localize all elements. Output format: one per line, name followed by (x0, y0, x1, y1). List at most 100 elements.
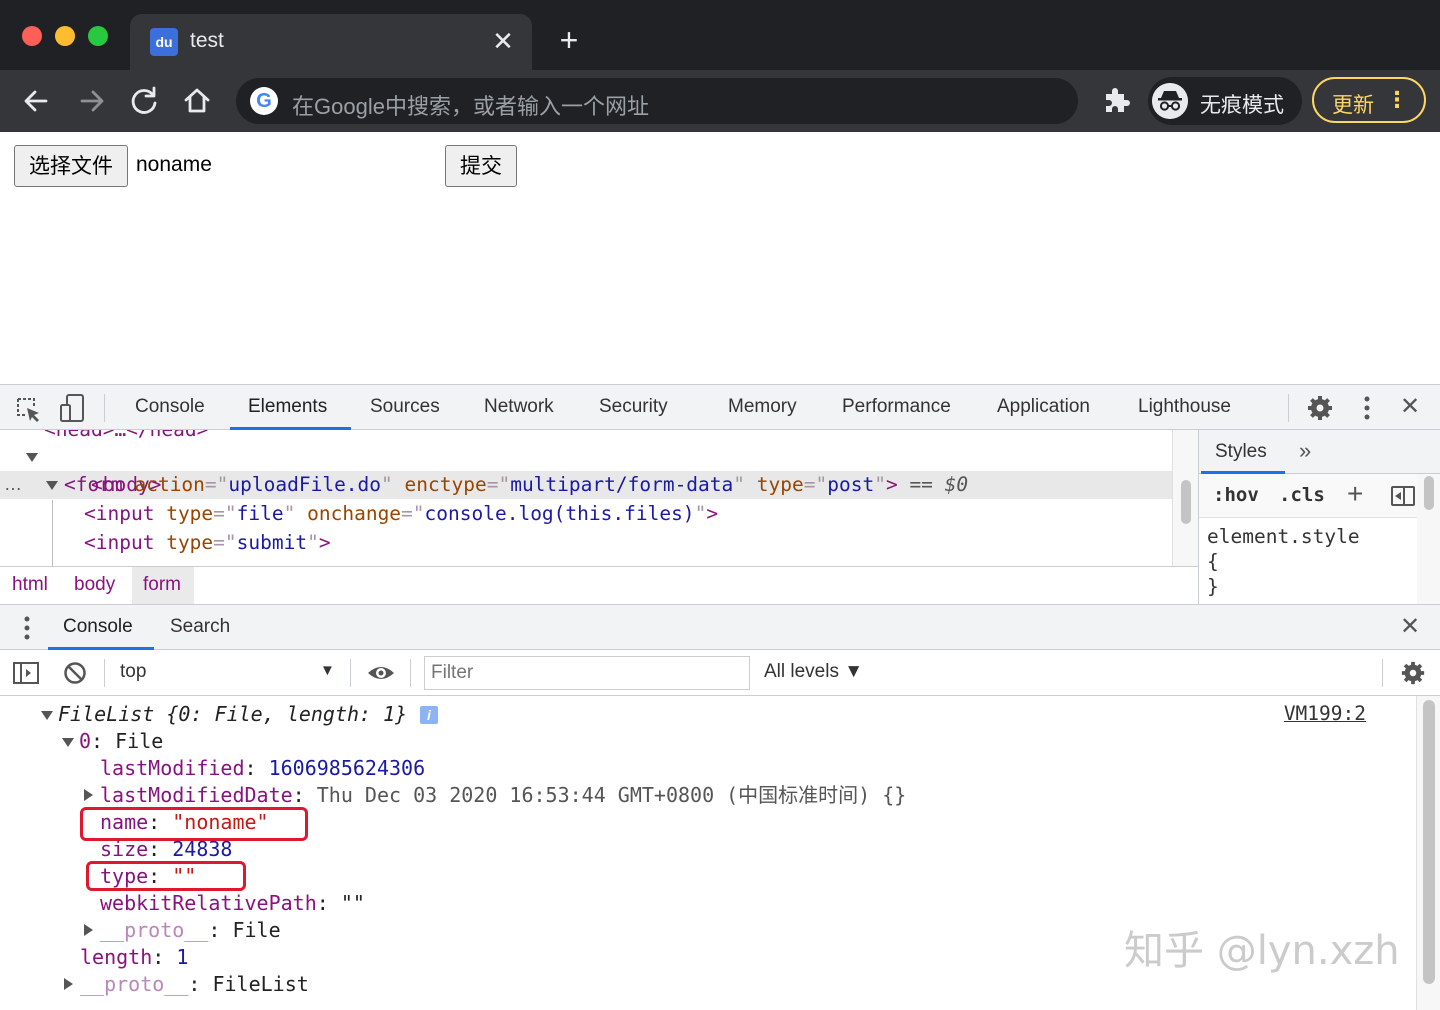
element-style-rule[interactable]: element.style { } (1207, 524, 1360, 599)
tab-network[interactable]: Network (484, 396, 554, 418)
tab-memory[interactable]: Memory (728, 396, 797, 418)
tab-close-icon[interactable]: ✕ (488, 26, 518, 56)
incognito-hat-glasses-icon (1152, 83, 1188, 119)
tab-elements[interactable]: Elements (248, 396, 327, 418)
close-devtools-icon[interactable]: ✕ (1400, 392, 1420, 421)
tab-sources[interactable]: Sources (370, 396, 440, 418)
live-expression-eye-icon[interactable] (366, 661, 396, 685)
reload-icon[interactable] (125, 82, 163, 120)
elements-scrollbar[interactable] (1172, 430, 1198, 566)
rule-selector: element.style (1207, 525, 1360, 548)
cls-toggle[interactable]: .cls (1279, 484, 1325, 506)
expand-triangle-icon[interactable] (84, 924, 93, 936)
show-sidebar-icon[interactable] (12, 660, 40, 686)
filelist-summary[interactable]: FileList {0: File, length: 1} (58, 701, 407, 728)
styles-tabbar: Styles » (1199, 430, 1440, 474)
back-arrow-icon[interactable] (18, 82, 56, 120)
forward-arrow-icon[interactable] (72, 82, 110, 120)
breadcrumb-form[interactable]: form (143, 574, 181, 596)
choose-file-button[interactable]: 选择文件 (14, 145, 128, 187)
browser-toolbar: G 在Google中搜索，或者输入一个网址 无痕模式 更新 ⋮ (0, 70, 1440, 132)
update-button[interactable]: 更新 ⋮ (1312, 77, 1426, 123)
tab-title: test (190, 29, 224, 52)
info-icon[interactable]: i (420, 706, 438, 724)
breadcrumb-html[interactable]: html (12, 574, 48, 596)
breadcrumb-body[interactable]: body (74, 574, 115, 596)
toggle-sidebar-icon[interactable] (1391, 486, 1415, 506)
device-toolbar-icon[interactable] (58, 393, 86, 423)
property-row[interactable]: lastModified: 1606985624306 (100, 755, 425, 782)
expand-triangle-icon[interactable] (84, 789, 93, 801)
chosen-file-name: noname (136, 153, 212, 176)
inspect-element-icon[interactable] (14, 395, 42, 423)
console-settings-gear-icon[interactable] (1400, 660, 1426, 686)
scrollbar-thumb[interactable] (1424, 476, 1434, 510)
new-style-rule-icon[interactable]: + (1347, 478, 1363, 510)
property-value: 1 (176, 945, 189, 969)
execution-context-select[interactable]: top (120, 661, 146, 683)
settings-gear-icon[interactable] (1306, 394, 1334, 422)
close-window-button[interactable] (22, 26, 42, 46)
dom-node-form[interactable]: <form action="uploadFile.do" enctype="mu… (64, 471, 968, 499)
tab-performance[interactable]: Performance (842, 396, 951, 418)
property-row[interactable]: size: 24838 (100, 836, 232, 863)
tab-security[interactable]: Security (599, 396, 668, 418)
dom-node-input-file[interactable]: <input type="file" onchange="console.log… (84, 500, 718, 528)
address-bar-placeholder: 在Google中搜索，或者输入一个网址 (292, 94, 649, 119)
new-tab-button[interactable]: + (552, 22, 586, 58)
expand-triangle-icon[interactable] (64, 978, 73, 990)
log-levels-dropdown[interactable]: All levels ▼ (764, 661, 863, 683)
styles-toolbar: :hov .cls + (1199, 474, 1417, 518)
address-bar[interactable]: G 在Google中搜索，或者输入一个网址 (236, 78, 1078, 124)
expand-triangle-icon[interactable] (26, 453, 38, 462)
update-label: 更新 (1332, 94, 1374, 117)
home-icon[interactable] (178, 82, 216, 120)
proto-row[interactable]: __proto__: FileList (80, 971, 309, 998)
form-attr-name: type (756, 473, 804, 496)
tab-styles[interactable]: Styles (1215, 441, 1267, 463)
property-key: __proto__ (80, 972, 189, 996)
property-row[interactable]: webkitRelativePath: "" (100, 890, 365, 917)
watermark: 知乎 @lyn.xzh (1124, 928, 1400, 974)
property-row[interactable]: lastModifiedDate: Thu Dec 03 2020 16:53:… (100, 782, 906, 809)
expand-triangle-icon[interactable] (46, 481, 58, 490)
dom-node-head[interactable]: <head>…</head> (44, 430, 208, 444)
console-filter-input[interactable] (424, 656, 750, 690)
tab-console[interactable]: Console (135, 396, 205, 418)
property-row[interactable]: __proto__: File (100, 917, 281, 944)
browser-tab[interactable]: du test ✕ (130, 14, 532, 70)
chevron-down-icon[interactable]: ▼ (320, 662, 335, 679)
expand-triangle-icon[interactable] (62, 738, 74, 747)
property-value: File (232, 918, 281, 942)
property-value: 24838 (172, 837, 233, 861)
node-actions-ellipsis[interactable]: … (4, 470, 22, 498)
file-entry[interactable]: 0: File (79, 728, 163, 755)
console-scrollbar[interactable] (1416, 696, 1440, 1010)
input-attr-value: file (236, 502, 284, 525)
length-row[interactable]: length: 1 (80, 944, 188, 971)
drawer-tab-console[interactable]: Console (63, 616, 133, 638)
drawer-menu-icon[interactable] (18, 615, 36, 641)
more-vertical-icon[interactable]: ⋮ (1386, 87, 1408, 113)
more-tabs-chevron-icon[interactable]: » (1299, 438, 1311, 464)
scrollbar-thumb[interactable] (1181, 480, 1191, 524)
form-tag-name: form (75, 473, 123, 496)
hov-toggle[interactable]: :hov (1213, 484, 1259, 506)
more-vertical-icon[interactable] (1358, 395, 1376, 421)
dom-node-input-submit[interactable]: <input type="submit"> (84, 529, 331, 557)
tab-lighthouse[interactable]: Lighthouse (1138, 396, 1231, 418)
close-drawer-icon[interactable]: ✕ (1400, 612, 1420, 641)
clear-console-icon[interactable] (62, 660, 88, 686)
drawer-tab-search[interactable]: Search (170, 616, 230, 638)
expand-triangle-icon[interactable] (41, 711, 53, 720)
maximize-window-button[interactable] (88, 26, 108, 46)
tab-application[interactable]: Application (997, 396, 1090, 418)
scrollbar-thumb[interactable] (1423, 700, 1435, 984)
extensions-puzzle-icon[interactable] (1100, 84, 1132, 116)
incognito-indicator[interactable]: 无痕模式 (1148, 77, 1302, 125)
source-location-link[interactable]: VM199:2 (1284, 702, 1366, 725)
highlight-box-type (86, 861, 246, 891)
submit-button[interactable]: 提交 (445, 145, 517, 187)
styles-scrollbar[interactable] (1417, 474, 1440, 604)
minimize-window-button[interactable] (55, 26, 75, 46)
